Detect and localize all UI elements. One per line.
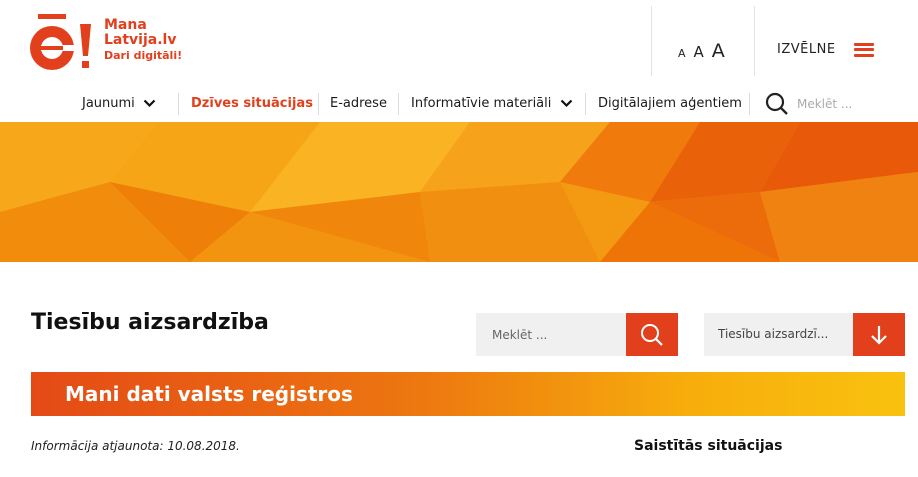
main-menu-button[interactable]: IZVĒLNE [777,42,874,57]
search-icon[interactable] [765,92,789,116]
nav-item-e-adrese[interactable]: E-adrese [330,90,387,118]
hero-banner [0,122,918,262]
font-size-controls: A A A [678,40,725,62]
nav-item-dzives-situacijas[interactable]: Dzīves situācijas [191,90,313,118]
nav-item-label: E-adrese [330,96,387,111]
logo-tagline: Dari digitāli! [104,49,183,62]
banner-pattern [0,122,918,262]
menu-label: IZVĒLNE [777,42,836,57]
page-title: Tiesību aizsardzība [31,310,269,335]
search-icon [641,323,663,346]
category-select-button[interactable] [853,313,905,356]
nav-item-jaunumi[interactable]: Jaunumi [82,90,156,118]
nav-search [765,90,887,118]
site-header: Mana Latvija.lv Dari digitāli! A A A IZV… [0,0,918,90]
font-size-medium-button[interactable]: A [694,43,704,61]
site-logo[interactable]: Mana Latvija.lv Dari digitāli! [28,12,198,76]
updated-date: Informācija atjaunota: 10.08.2018. [31,439,240,453]
nav-divider [318,93,319,115]
situation-search [476,313,678,356]
section-title: Mani dati valsts reģistros [65,382,353,406]
logo-mark-icon [30,14,91,70]
category-select-value: Tiesību aizsardzī... [704,313,853,356]
header-divider [651,6,652,76]
category-select[interactable]: Tiesību aizsardzī... [704,313,905,356]
nav-divider [749,93,750,115]
nav-divider [585,93,586,115]
font-size-small-button[interactable]: A [678,47,686,60]
search-button[interactable] [626,313,678,356]
section-header: Mani dati valsts reģistros [31,372,905,416]
nav-search-input[interactable] [797,97,887,111]
hamburger-icon [853,42,874,57]
nav-divider [178,93,179,115]
nav-item-digitalajiem-agentiem[interactable]: Digitālajiem aģentiem [598,90,742,118]
arrow-down-icon [871,325,887,345]
nav-item-informativie-materiali[interactable]: Informatīvie materiāli [411,90,573,118]
nav-item-label: Digitālajiem aģentiem [598,96,742,111]
font-size-large-button[interactable]: A [712,40,725,62]
nav-item-label: Jaunumi [82,96,135,111]
header-divider [754,6,755,76]
nav-item-label: Dzīves situācijas [191,96,313,111]
search-input[interactable] [476,313,626,356]
chevron-down-icon [143,99,156,108]
chevron-down-icon [560,99,572,108]
nav-item-label: Informatīvie materiāli [411,96,552,111]
logo-line-2: Latvija.lv [104,32,177,48]
logo-line-1: Mana [104,17,147,33]
related-situations-heading: Saistītās situācijas [634,438,783,454]
main-nav: Jaunumi Dzīves situācijas E-adrese Infor… [0,90,918,122]
nav-divider [398,93,399,115]
